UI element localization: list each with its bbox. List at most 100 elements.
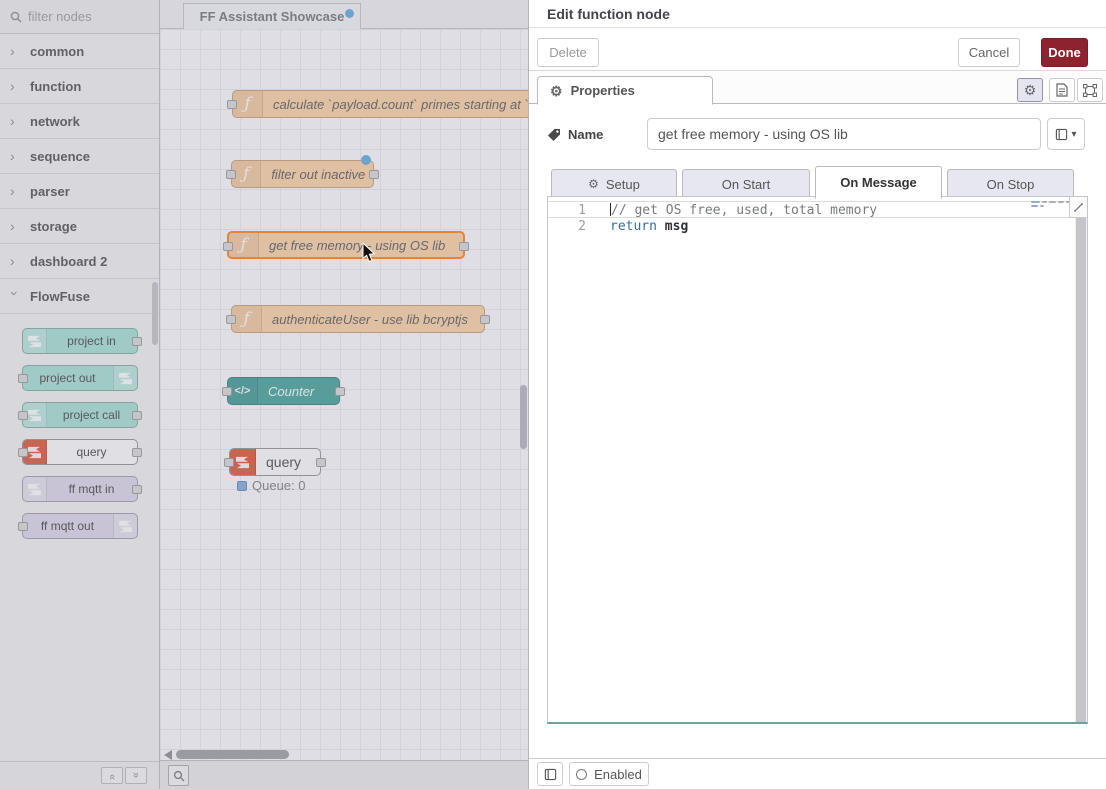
flowfuse-logo-icon <box>23 329 47 353</box>
library-export-button[interactable] <box>537 762 563 786</box>
palette-category-flowfuse[interactable]: › FlowFuse <box>0 279 159 314</box>
expand-all-button[interactable]: « <box>125 767 147 784</box>
search-icon <box>10 11 22 23</box>
unsaved-changes-dot <box>345 9 354 18</box>
palette-search[interactable] <box>0 0 159 34</box>
palette-category-storage[interactable]: › storage <box>0 209 159 244</box>
input-port <box>18 448 28 457</box>
node-label: authenticateUser - use lib bcryptjs <box>262 312 478 327</box>
book-icon <box>544 768 557 781</box>
properties-view-button[interactable]: ⚙ <box>1017 78 1043 102</box>
tab-label: Properties <box>571 83 635 98</box>
tab-label: Setup <box>606 177 640 192</box>
palette-filter-input[interactable] <box>28 9 138 24</box>
code-keyword: return <box>610 219 657 234</box>
name-input[interactable] <box>647 118 1041 150</box>
name-label-wrap: Name <box>547 127 603 142</box>
node-filter-out-inactive[interactable]: ƒ filter out inactive <box>231 160 374 188</box>
book-icon <box>1055 128 1068 141</box>
tag-icon <box>547 128 561 142</box>
palette-node-label: ff mqtt out <box>23 519 113 533</box>
palette-node-project-out[interactable]: project out <box>22 365 138 391</box>
chevron-right-icon: › <box>10 183 20 199</box>
flow-tab-label: FF Assistant Showcase <box>200 9 345 24</box>
output-port <box>132 337 142 346</box>
editor-line-2[interactable]: 2 return msg <box>548 218 1087 235</box>
node-calculate-primes[interactable]: ƒ calculate `payload.count` primes start… <box>232 90 528 118</box>
status-dot <box>237 481 247 491</box>
palette-scrollbar[interactable] <box>152 282 158 345</box>
edit-tray: Edit function node Delete Cancel Done ⚙ … <box>528 0 1106 789</box>
editor-scrollbar[interactable] <box>1075 218 1087 722</box>
line-number: 1 <box>548 202 610 217</box>
scroll-left-arrow-icon[interactable] <box>164 750 172 760</box>
flowfuse-node-list: project in project out project call <box>0 314 159 539</box>
palette-node-project-in[interactable]: project in <box>22 328 138 354</box>
tab-on-stop[interactable]: On Stop <box>947 169 1074 199</box>
palette-category-parser[interactable]: › parser <box>0 174 159 209</box>
node-authenticate-user[interactable]: ƒ authenticateUser - use lib bcryptjs <box>231 305 485 333</box>
changed-dot <box>361 155 371 165</box>
collapse-all-button[interactable]: « <box>101 767 123 784</box>
palette-category-network[interactable]: › network <box>0 104 159 139</box>
input-port <box>224 458 234 467</box>
done-button[interactable]: Done <box>1041 38 1088 67</box>
flow-tab[interactable]: FF Assistant Showcase <box>183 3 361 29</box>
node-query[interactable]: query <box>229 448 321 476</box>
category-label: storage <box>30 219 77 234</box>
horizontal-scroll-thumb[interactable] <box>176 750 289 759</box>
output-port <box>459 242 469 251</box>
node-label: Counter <box>258 384 324 399</box>
palette-node-ff-mqtt-in[interactable]: ff mqtt in <box>22 476 138 502</box>
palette-node-ff-mqtt-out[interactable]: ff mqtt out <box>22 513 138 539</box>
expand-icon <box>1073 202 1084 213</box>
workspace-search-button[interactable] <box>168 765 189 786</box>
flow-canvas[interactable]: FF Assistant Showcase ƒ calculate `paylo… <box>160 0 528 789</box>
canvas-vertical-scroll-thumb[interactable] <box>520 385 527 449</box>
node-get-free-memory[interactable]: ƒ get free memory - using OS lib <box>227 231 465 259</box>
code-editor[interactable]: 1 // get OS free, used, total memory 2 r… <box>547 196 1088 724</box>
description-view-button[interactable] <box>1049 78 1075 102</box>
editor-line-1[interactable]: 1 // get OS free, used, total memory <box>548 201 1087 218</box>
palette-footer: « « <box>0 761 159 789</box>
name-form-row: Name ▾ <box>529 104 1106 156</box>
editor-scroll-thumb[interactable] <box>1076 218 1086 722</box>
node-label: calculate `payload.count` primes startin… <box>263 97 528 112</box>
palette-node-label: project in <box>47 334 137 348</box>
tab-properties[interactable]: ⚙ Properties <box>537 76 713 105</box>
tray-header: Edit function node <box>529 0 1106 28</box>
tab-label: On Start <box>722 177 770 192</box>
palette-category-common[interactable]: › common <box>0 34 159 69</box>
node-counter[interactable]: </> Counter <box>227 377 340 405</box>
category-label: sequence <box>30 149 90 164</box>
chevron-right-icon: › <box>10 253 20 269</box>
library-button[interactable]: ▾ <box>1047 118 1085 150</box>
palette-category-dashboard2[interactable]: › dashboard 2 <box>0 244 159 279</box>
input-port <box>18 522 28 531</box>
editor-minimap <box>1031 201 1071 211</box>
editor-expand-button[interactable] <box>1069 197 1087 218</box>
category-label: function <box>30 79 81 94</box>
tray-bottom-bar: Enabled <box>529 758 1106 789</box>
input-port <box>226 170 236 179</box>
output-port <box>480 315 490 324</box>
cancel-button[interactable]: Cancel <box>958 38 1020 67</box>
tab-on-start[interactable]: On Start <box>682 169 810 199</box>
tab-on-message[interactable]: On Message <box>815 166 942 199</box>
tab-setup[interactable]: ⚙ Setup <box>551 169 677 199</box>
enabled-toggle-button[interactable]: Enabled <box>569 762 649 786</box>
appearance-view-button[interactable] <box>1077 78 1103 102</box>
name-label: Name <box>568 127 603 142</box>
palette-category-function[interactable]: › function <box>0 69 159 104</box>
chevron-right-icon: › <box>10 113 20 129</box>
palette-node-query[interactable]: query <box>22 439 138 465</box>
flowfuse-logo-icon <box>23 477 47 501</box>
palette-category-sequence[interactable]: › sequence <box>0 139 159 174</box>
flow-tab-bar: FF Assistant Showcase <box>160 0 528 29</box>
node-label: query <box>256 454 311 470</box>
palette-node-project-call[interactable]: project call <box>22 402 138 428</box>
input-port <box>226 315 236 324</box>
category-label: FlowFuse <box>30 289 90 304</box>
line-number: 2 <box>548 218 610 235</box>
delete-button[interactable]: Delete <box>537 38 599 67</box>
